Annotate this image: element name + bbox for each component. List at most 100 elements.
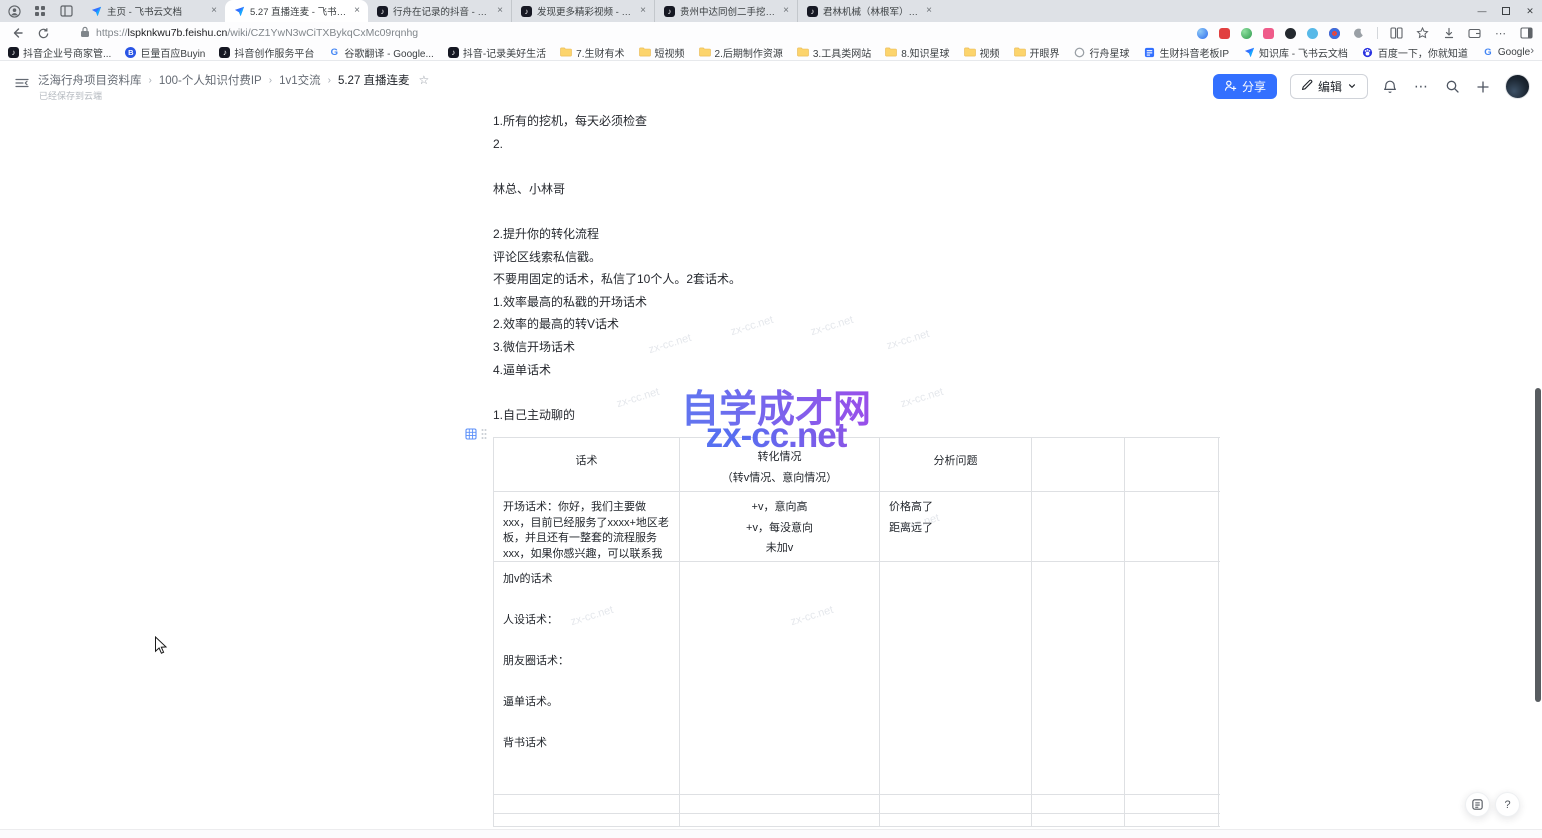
doc-paragraph: 4.逼单话术 <box>493 359 1219 382</box>
browser-tab-active[interactable]: 5.27 直播连麦 - 飞书云文档 × <box>225 0 368 22</box>
table-cell[interactable] <box>1032 562 1125 794</box>
downloads-icon[interactable] <box>1441 26 1456 41</box>
sidebar-panel-icon[interactable] <box>1519 26 1534 41</box>
bookmark-item[interactable]: 开眼界 <box>1014 45 1060 60</box>
help-icon[interactable]: ? <box>1495 792 1520 817</box>
table-cell[interactable] <box>880 795 1032 813</box>
bookmark-label: 2.后期制作资源 <box>715 45 783 60</box>
vertical-tabs-icon[interactable] <box>58 3 74 19</box>
tab-close-icon[interactable]: × <box>781 6 791 16</box>
bookmark-item[interactable]: 短视频 <box>639 45 685 60</box>
doc-feedback-icon[interactable] <box>1465 792 1490 817</box>
tab-close-icon[interactable]: × <box>495 6 505 16</box>
close-icon[interactable]: ✕ <box>1518 0 1542 22</box>
browser-tab[interactable]: ♪ 发现更多精彩视频 - 抖音搜索 × <box>511 0 654 22</box>
table-cell[interactable] <box>880 562 1032 794</box>
bookmark-item[interactable]: 视频 <box>964 45 1000 60</box>
table-cell[interactable] <box>1125 562 1219 794</box>
breadcrumb-item[interactable]: 100-个人知识付费IP <box>159 72 262 88</box>
table-cell[interactable] <box>493 795 680 813</box>
tab-close-icon[interactable]: × <box>924 6 934 16</box>
table-header-cell[interactable] <box>1125 438 1219 491</box>
table-cell[interactable] <box>1032 814 1125 826</box>
bookmark-item[interactable]: G谷歌翻译 - Google... <box>328 45 433 60</box>
table-cell[interactable] <box>493 814 680 826</box>
tab-close-icon[interactable]: × <box>638 6 648 16</box>
table-header-cell[interactable]: 话术 <box>493 438 680 491</box>
browser-tab[interactable]: ♪ 行舟在记录的抖音 - 抖音 × <box>368 0 511 22</box>
refresh-icon[interactable] <box>34 24 52 42</box>
bookmarks-overflow-chevron[interactable]: › <box>1530 45 1534 57</box>
user-avatar[interactable] <box>1505 74 1530 99</box>
extension-icon[interactable] <box>1241 28 1252 39</box>
bookmark-item[interactable]: 百度一下，你就知道 <box>1362 45 1468 60</box>
vertical-scrollbar[interactable] <box>1535 388 1541 702</box>
bookmark-item[interactable]: 知识库 - 飞书云文档 <box>1243 45 1348 60</box>
table-cell[interactable] <box>880 814 1032 826</box>
table-cell[interactable] <box>1125 814 1219 826</box>
bookmark-item[interactable]: B巨量百应Buyin <box>125 45 205 60</box>
extension-icon[interactable] <box>1197 28 1208 39</box>
table-cell[interactable] <box>680 795 880 813</box>
table-cell[interactable] <box>1032 492 1125 561</box>
breadcrumb-item[interactable]: 泛海行舟项目资料库 <box>38 72 142 88</box>
doc-catalog-toggle-icon[interactable] <box>14 76 30 95</box>
more-actions-icon[interactable]: ⋯ <box>1412 78 1430 96</box>
bookmark-item[interactable]: ♪抖音创作服务平台 <box>219 45 314 60</box>
bookmark-item[interactable]: ♪抖音-记录美好生活 <box>448 45 546 60</box>
bookmark-item[interactable]: 行舟星球 <box>1074 45 1130 60</box>
table-header-cell[interactable]: 分析问题 <box>880 438 1032 491</box>
table-cell[interactable] <box>1125 795 1219 813</box>
favorites-icon[interactable] <box>1415 26 1430 41</box>
table-header-cell[interactable] <box>1032 438 1125 491</box>
split-screen-icon[interactable] <box>1389 26 1404 41</box>
bookmark-item[interactable]: 8.知识星球 <box>885 45 949 60</box>
table-cell[interactable]: 开场话术：你好，我们主要做xxx，目前已经服务了xxxx+地区老板，并且还有一整… <box>493 492 680 561</box>
star-favorite-icon[interactable]: ☆ <box>419 73 430 87</box>
table-cell[interactable] <box>1125 492 1219 561</box>
bookmark-item[interactable]: 3.工具类网站 <box>797 45 871 60</box>
wallet-icon[interactable] <box>1467 26 1482 41</box>
bookmark-item[interactable]: GGoogle <box>1482 47 1530 58</box>
tab-close-icon[interactable]: × <box>352 6 362 16</box>
more-icon[interactable]: ⋯ <box>1493 26 1508 41</box>
drag-handle-icon[interactable] <box>480 427 488 445</box>
table-header-cell[interactable]: 转化情况 （转v情况、意向情况） <box>680 438 880 491</box>
restore-icon[interactable] <box>1494 0 1518 22</box>
address-bar[interactable]: https://lspknkwu7b.feishu.cn/wiki/CZ1YwN… <box>80 26 418 41</box>
create-new-icon[interactable] <box>1474 78 1492 96</box>
bookmark-label: 抖音创作服务平台 <box>234 45 314 60</box>
browser-tab[interactable]: ♪ 君林机械（林根军）的抖音 - 抖 × <box>797 0 940 22</box>
notifications-bell-icon[interactable] <box>1381 78 1399 96</box>
bookmark-item[interactable]: 生财抖音老板IP <box>1144 45 1229 60</box>
tab-title: 君林机械（林根军）的抖音 - 抖 <box>823 4 919 18</box>
breadcrumb-current[interactable]: 5.27 直播连麦 <box>338 72 410 88</box>
extension-icon[interactable] <box>1219 28 1230 39</box>
extension-icon[interactable] <box>1307 28 1318 39</box>
bookmark-item[interactable]: 2.后期制作资源 <box>699 45 783 60</box>
bookmark-item[interactable]: 7.生财有术 <box>560 45 624 60</box>
browser-profile-icon[interactable] <box>6 3 22 19</box>
github-icon[interactable] <box>1285 28 1296 39</box>
browser-tab[interactable]: 主页 - 飞书云文档 × <box>82 0 225 22</box>
bookmark-item[interactable]: ♪抖音企业号商家管... <box>8 45 111 60</box>
tab-close-icon[interactable]: × <box>209 6 219 16</box>
table-select-icon[interactable] <box>465 427 477 445</box>
extension-icon[interactable] <box>1263 28 1274 39</box>
table-cell[interactable] <box>680 562 880 794</box>
extension-icon[interactable] <box>1351 26 1366 41</box>
breadcrumb-item[interactable]: 1v1交流 <box>279 72 321 88</box>
table-cell[interactable] <box>680 814 880 826</box>
table-cell[interactable]: 加v的话术 人设话术： 朋友圈话术： 逼单话术。 背书话术 <box>493 562 680 794</box>
minimize-icon[interactable]: — <box>1470 0 1494 22</box>
search-icon[interactable] <box>1443 78 1461 96</box>
extension-icon[interactable] <box>1329 28 1340 39</box>
edit-button[interactable]: 编辑 <box>1290 74 1368 99</box>
table-cell[interactable]: 价格高了 距离远了 <box>880 492 1032 561</box>
share-button[interactable]: 分享 <box>1213 74 1277 99</box>
table-cell[interactable]: +v，意向高 +v，每没意向 未加v <box>680 492 880 561</box>
workspaces-icon[interactable] <box>32 3 48 19</box>
browser-tab[interactable]: ♪ 贵州中达同创二手挖机的抖音 - × <box>654 0 797 22</box>
table-cell[interactable] <box>1032 795 1125 813</box>
back-icon[interactable] <box>8 24 26 42</box>
